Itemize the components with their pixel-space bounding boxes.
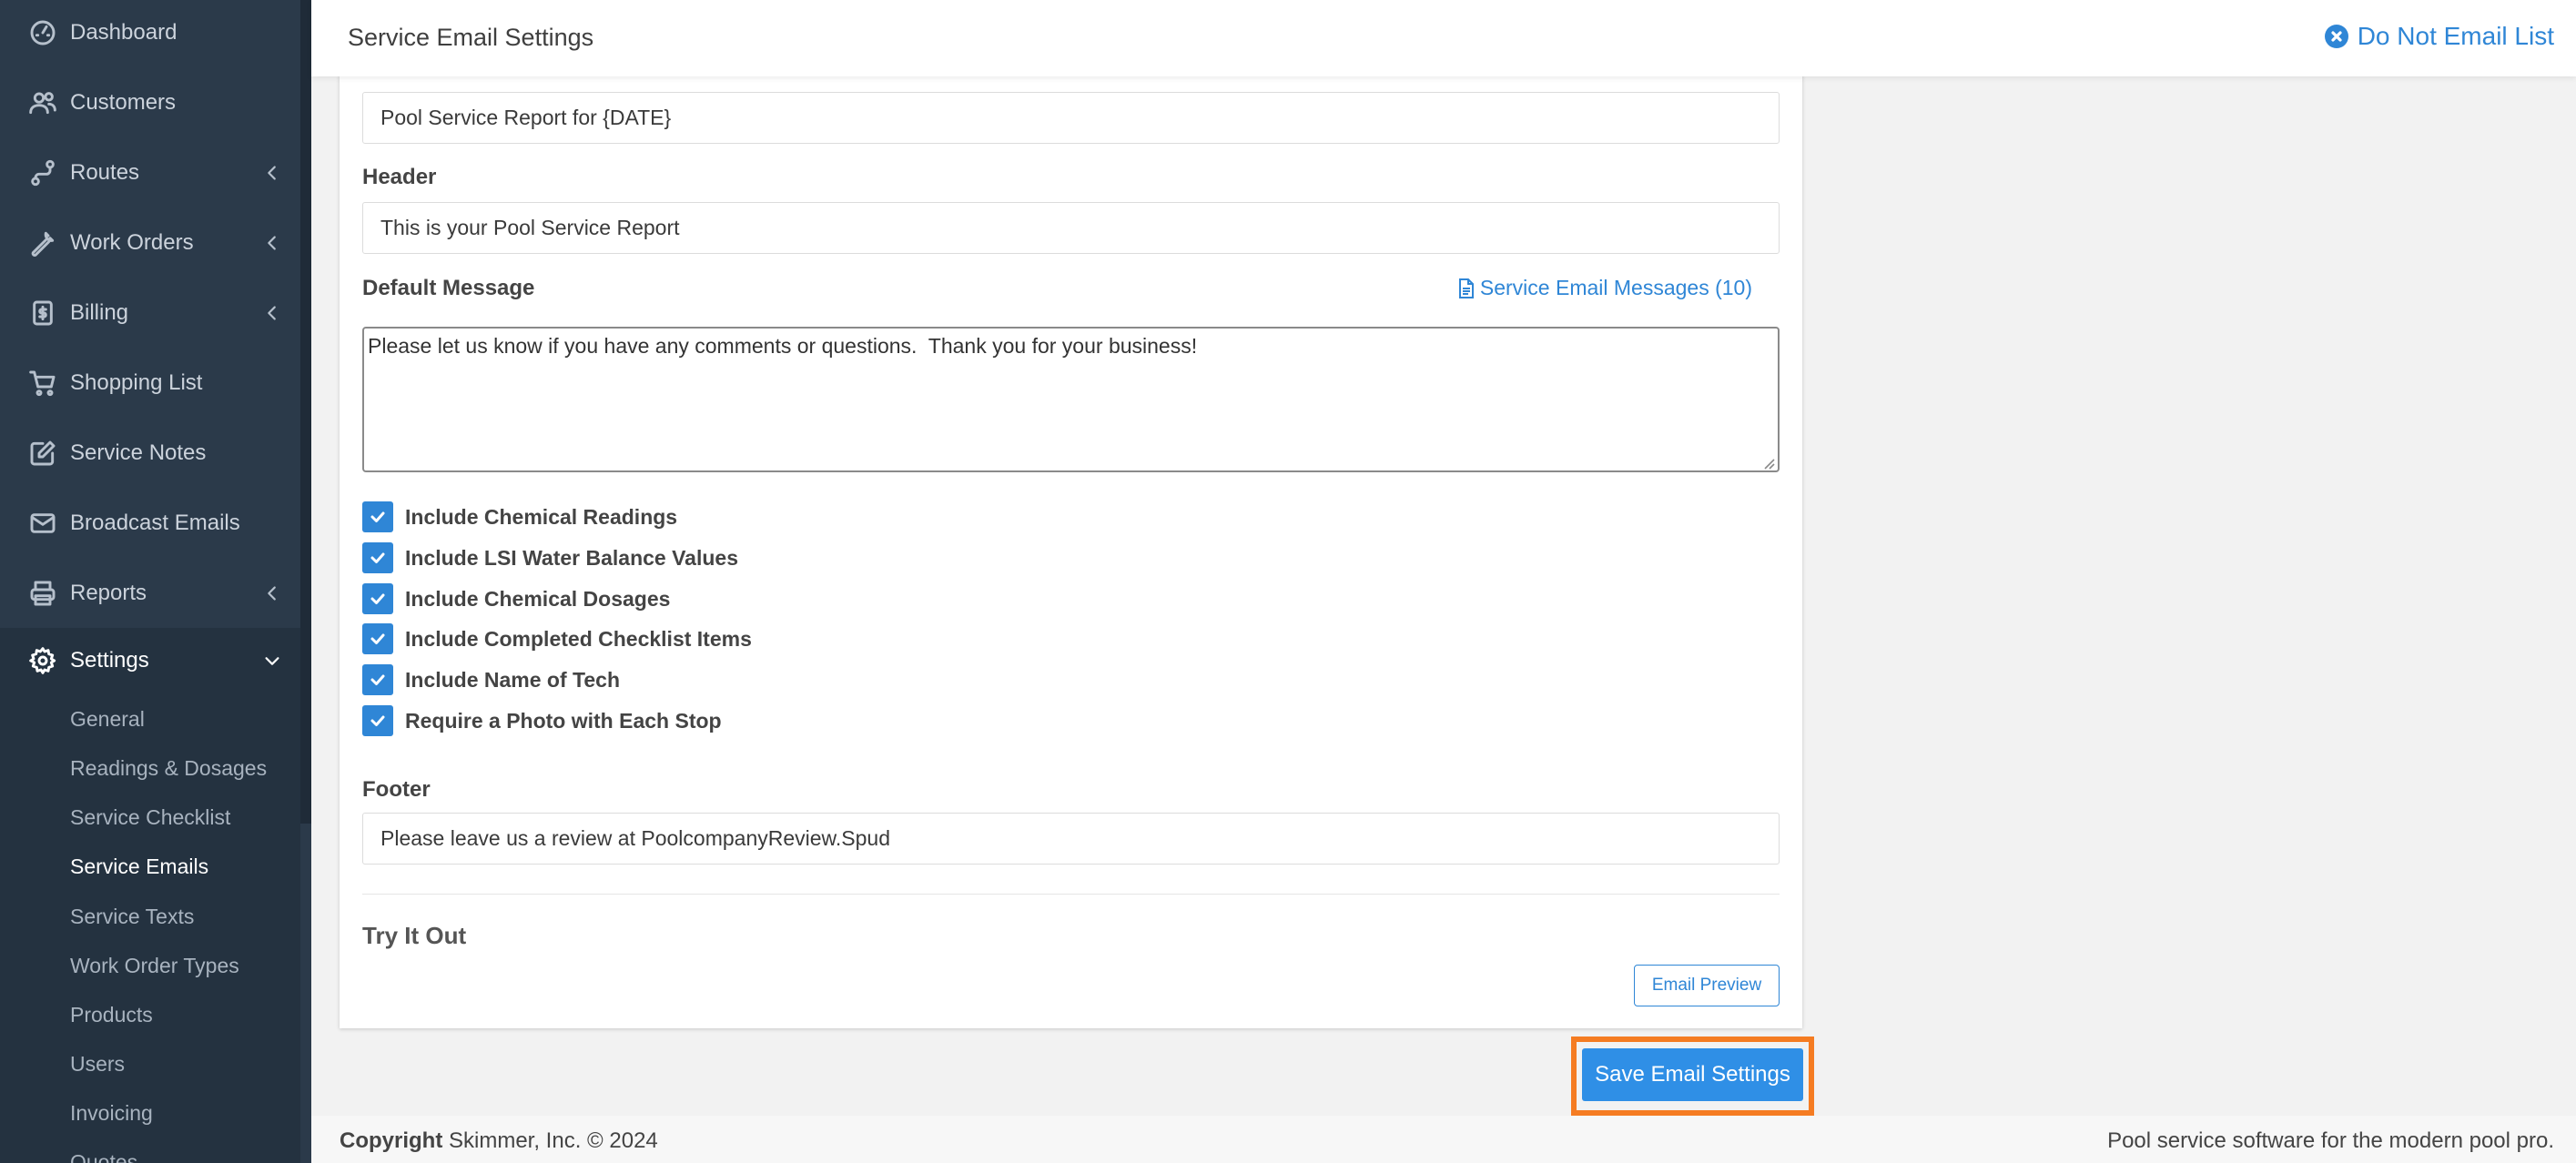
page-footer: Copyright Skimmer, Inc. © 2024 Pool serv… — [311, 1116, 2576, 1163]
checkbox-label: Include Chemical Readings — [405, 504, 678, 529]
service-email-messages-link[interactable]: Service Email Messages (10) — [1458, 276, 1752, 300]
chevron-left-icon — [262, 233, 282, 253]
close-circle-icon — [2324, 25, 2348, 48]
submenu-item-readings-dosages[interactable]: Readings & Dosages — [70, 756, 267, 781]
submenu-item-service-texts[interactable]: Service Texts — [70, 905, 194, 929]
footer-label: Footer — [362, 777, 431, 802]
submenu-item-users[interactable]: Users — [70, 1052, 125, 1077]
sidebar-item-label: Service Notes — [70, 440, 207, 465]
try-it-out-heading: Try It Out — [362, 922, 467, 949]
checkbox-label: Include LSI Water Balance Values — [405, 545, 739, 570]
customers-icon — [27, 87, 58, 118]
sidebar-item-shopping-list[interactable]: Shopping List — [0, 350, 300, 416]
printer-icon — [27, 578, 58, 609]
cart-icon — [27, 368, 58, 399]
email-settings-card: Header Default Message Service Email Mes… — [340, 55, 1802, 1028]
checkbox-checked-icon — [362, 664, 393, 695]
billing-icon — [27, 298, 58, 329]
do-not-email-list-label: Do Not Email List — [2357, 22, 2554, 50]
include-lsi-values-checkbox[interactable]: Include LSI Water Balance Values — [362, 541, 738, 574]
checkbox-checked-icon — [362, 705, 393, 736]
envelope-icon — [27, 508, 58, 539]
submenu-item-service-checklist[interactable]: Service Checklist — [70, 805, 230, 830]
submenu-item-quotes[interactable]: Quotes — [70, 1150, 137, 1163]
require-photo-checkbox[interactable]: Require a Photo with Each Stop — [362, 704, 722, 737]
routes-icon — [27, 157, 58, 188]
sidebar-item-label: Broadcast Emails — [70, 511, 240, 535]
sidebar-item-label: Shopping List — [70, 370, 203, 395]
checkbox-checked-icon — [362, 542, 393, 573]
checkbox-checked-icon — [362, 583, 393, 614]
document-icon — [1458, 278, 1474, 298]
checkbox-checked-icon — [362, 501, 393, 532]
header-input[interactable] — [362, 202, 1780, 254]
service-email-messages-label: Service Email Messages (10) — [1479, 276, 1752, 299]
checkbox-label: Include Name of Tech — [405, 667, 621, 692]
chevron-down-icon — [262, 651, 282, 671]
sidebar-item-billing[interactable]: Billing — [0, 280, 300, 346]
sidebar-item-settings[interactable]: Settings — [0, 628, 300, 693]
sidebar-item-label: Work Orders — [70, 230, 194, 255]
sidebar-item-routes[interactable]: Routes — [0, 140, 300, 206]
default-message-textarea[interactable]: Please let us know if you have any comme… — [362, 327, 1780, 472]
submenu-item-general[interactable]: General — [70, 707, 145, 732]
include-tech-name-checkbox[interactable]: Include Name of Tech — [362, 663, 620, 696]
top-bar: Service Email Settings Do Not Email List — [311, 0, 2576, 76]
subject-input[interactable] — [362, 92, 1780, 144]
page-title: Service Email Settings — [348, 24, 594, 51]
chevron-left-icon — [262, 163, 282, 183]
settings-submenu: General Readings & Dosages Service Check… — [0, 689, 300, 1163]
wrench-icon — [27, 228, 58, 258]
copyright-owner: Skimmer, Inc. © 2024 — [442, 1128, 658, 1153]
checkbox-label: Require a Photo with Each Stop — [405, 708, 722, 733]
default-message-label: Default Message — [362, 276, 535, 300]
save-email-settings-button[interactable]: Save Email Settings — [1582, 1048, 1803, 1101]
email-preview-button[interactable]: Email Preview — [1634, 965, 1780, 1006]
do-not-email-list-link[interactable]: Do Not Email List — [2324, 22, 2554, 51]
sidebar-item-label: Settings — [70, 648, 149, 673]
gear-icon — [27, 645, 58, 676]
notes-icon — [27, 438, 58, 469]
sidebar-item-broadcast-emails[interactable]: Broadcast Emails — [0, 490, 300, 556]
sidebar-item-reports[interactable]: Reports — [0, 561, 300, 626]
sidebar-item-customers[interactable]: Customers — [0, 70, 300, 136]
checkbox-checked-icon — [362, 623, 393, 654]
submenu-item-service-emails[interactable]: Service Emails — [70, 855, 208, 879]
sidebar-item-label: Routes — [70, 160, 140, 185]
resize-grip-icon[interactable] — [1760, 454, 1776, 470]
checkbox-label: Include Completed Checklist Items — [405, 626, 752, 651]
sidebar-item-label: Customers — [70, 90, 177, 115]
sidebar-item-work-orders[interactable]: Work Orders — [0, 210, 300, 276]
copyright-text: Copyright Skimmer, Inc. © 2024 — [340, 1128, 658, 1154]
sidebar-item-dashboard[interactable]: Dashboard — [0, 0, 300, 66]
copyright-label: Copyright — [340, 1128, 443, 1153]
sidebar-item-label: Reports — [70, 581, 147, 605]
header-label: Header — [362, 165, 437, 189]
footer-input[interactable] — [362, 813, 1780, 865]
include-chemical-readings-checkbox[interactable]: Include Chemical Readings — [362, 501, 677, 533]
sidebar-item-label: Dashboard — [70, 20, 177, 45]
chevron-left-icon — [262, 303, 282, 323]
include-chemical-dosages-checkbox[interactable]: Include Chemical Dosages — [362, 582, 670, 615]
sidebar: Dashboard Customers Routes Work Orders B… — [0, 0, 311, 1163]
sidebar-item-service-notes[interactable]: Service Notes — [0, 420, 300, 486]
footer-tagline: Pool service software for the modern poo… — [2107, 1128, 2554, 1153]
submenu-item-work-order-types[interactable]: Work Order Types — [70, 954, 239, 978]
divider — [362, 894, 1780, 895]
sidebar-item-label: Billing — [70, 300, 129, 325]
sidebar-scrollbar[interactable] — [300, 0, 311, 824]
chevron-left-icon — [262, 583, 282, 603]
include-checklist-items-checkbox[interactable]: Include Completed Checklist Items — [362, 622, 752, 655]
checkbox-label: Include Chemical Dosages — [405, 586, 671, 611]
submenu-item-products[interactable]: Products — [70, 1003, 153, 1027]
submenu-item-invoicing[interactable]: Invoicing — [70, 1101, 153, 1126]
dashboard-icon — [27, 17, 58, 48]
